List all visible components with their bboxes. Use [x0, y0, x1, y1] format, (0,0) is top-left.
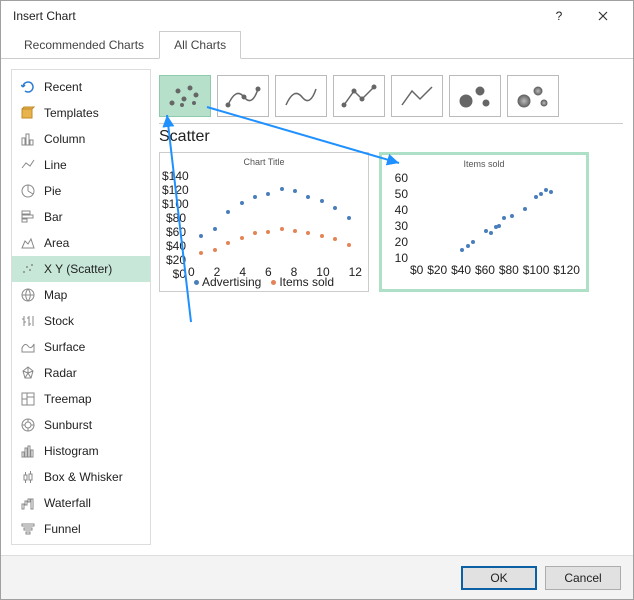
- sidebar-item-label: Radar: [44, 366, 77, 380]
- sidebar-item-pie[interactable]: Pie: [12, 178, 150, 204]
- sidebar-item-bar[interactable]: Bar: [12, 204, 150, 230]
- sidebar-item-label: Column: [44, 132, 85, 146]
- waterfall-icon: [20, 495, 36, 511]
- sidebar-item-label: Map: [44, 288, 67, 302]
- area-icon: [20, 235, 36, 251]
- insert-chart-dialog: Insert Chart ? Recommended Charts All Ch…: [0, 0, 634, 600]
- sidebar-item-box-whisker[interactable]: Box & Whisker: [12, 464, 150, 490]
- sidebar-item-treemap[interactable]: Treemap: [12, 386, 150, 412]
- sidebar-item-label: Funnel: [44, 522, 81, 536]
- sidebar-item-label: Area: [44, 236, 69, 250]
- subtype-scatter-straight-markers[interactable]: [333, 75, 385, 117]
- sidebar-item-label: Treemap: [44, 392, 92, 406]
- preview-chart-1[interactable]: Chart Title $140$120$100$80$60$40$20$0 0…: [159, 152, 369, 292]
- map-icon: [20, 287, 36, 303]
- preview1-title: Chart Title: [160, 157, 368, 167]
- chart-type-list[interactable]: Recent Templates Column Line Pie Bar: [11, 69, 151, 545]
- sunburst-icon: [20, 417, 36, 433]
- preview2-xticks: $0$20$40$60$80$100$120: [410, 263, 580, 277]
- sidebar-item-label: Line: [44, 158, 67, 172]
- sidebar-item-label: Templates: [44, 106, 99, 120]
- close-button[interactable]: [581, 1, 625, 31]
- preview2-title: Items sold: [382, 159, 586, 169]
- pie-icon: [20, 183, 36, 199]
- preview1-plot: [188, 169, 362, 267]
- tab-recommended-charts[interactable]: Recommended Charts: [9, 31, 159, 59]
- sidebar-item-sunburst[interactable]: Sunburst: [12, 412, 150, 438]
- sidebar-item-scatter[interactable]: X Y (Scatter): [12, 256, 150, 282]
- window-title: Insert Chart: [9, 9, 537, 23]
- histogram-icon: [20, 443, 36, 459]
- sidebar-item-area[interactable]: Area: [12, 230, 150, 256]
- subtype-scatter-straight[interactable]: [391, 75, 443, 117]
- sidebar-item-label: Pie: [44, 184, 61, 198]
- bar-icon: [20, 209, 36, 225]
- preview1-yticks: $140$120$100$80$60$40$20$0: [162, 169, 186, 267]
- templates-icon: [20, 105, 36, 121]
- sidebar-item-radar[interactable]: Radar: [12, 360, 150, 386]
- titlebar: Insert Chart ?: [1, 1, 633, 31]
- help-button[interactable]: ?: [537, 1, 581, 31]
- column-icon: [20, 131, 36, 147]
- sidebar-item-label: Recent: [44, 80, 82, 94]
- sidebar-item-label: Box & Whisker: [44, 470, 123, 484]
- sidebar-item-label: Sunburst: [44, 418, 92, 432]
- recent-icon: [20, 79, 36, 95]
- treemap-icon: [20, 391, 36, 407]
- preview1-legend: Advertising Items sold: [160, 275, 368, 289]
- cancel-button[interactable]: Cancel: [545, 566, 621, 590]
- line-icon: [20, 157, 36, 173]
- sidebar-item-waterfall[interactable]: Waterfall: [12, 490, 150, 516]
- ok-button[interactable]: OK: [461, 566, 537, 590]
- sidebar-item-label: Surface: [44, 340, 85, 354]
- divider: [159, 123, 623, 124]
- sidebar-item-label: Stock: [44, 314, 74, 328]
- sidebar-item-combo[interactable]: Combo: [12, 542, 150, 545]
- sidebar-item-recent[interactable]: Recent: [12, 74, 150, 100]
- right-panel: Scatter Chart Title $140$120$100$80$60$4…: [159, 69, 623, 545]
- preview2-plot: [410, 171, 580, 265]
- sidebar-item-column[interactable]: Column: [12, 126, 150, 152]
- preview2-yticks: 605040302010: [384, 171, 408, 265]
- sidebar-item-label: X Y (Scatter): [44, 262, 112, 276]
- chart-previews: Chart Title $140$120$100$80$60$40$20$0 0…: [159, 152, 623, 292]
- funnel-icon: [20, 521, 36, 537]
- sidebar-item-stock[interactable]: Stock: [12, 308, 150, 334]
- radar-icon: [20, 365, 36, 381]
- subtype-scatter-smooth[interactable]: [275, 75, 327, 117]
- sidebar-item-line[interactable]: Line: [12, 152, 150, 178]
- scatter-subtypes: [159, 69, 623, 119]
- sidebar-item-map[interactable]: Map: [12, 282, 150, 308]
- sidebar-item-funnel[interactable]: Funnel: [12, 516, 150, 542]
- scatter-icon: [20, 261, 36, 277]
- dialog-body: Recent Templates Column Line Pie Bar: [1, 59, 633, 555]
- tab-all-charts[interactable]: All Charts: [159, 31, 241, 59]
- stock-icon: [20, 313, 36, 329]
- tab-bar: Recommended Charts All Charts: [1, 31, 633, 59]
- subtype-scatter[interactable]: [159, 75, 211, 117]
- subtype-scatter-smooth-markers[interactable]: [217, 75, 269, 117]
- sidebar-item-label: Bar: [44, 210, 63, 224]
- sidebar-item-templates[interactable]: Templates: [12, 100, 150, 126]
- subtype-bubble-3d[interactable]: [507, 75, 559, 117]
- surface-icon: [20, 339, 36, 355]
- dialog-footer: OK Cancel: [1, 555, 633, 599]
- box-whisker-icon: [20, 469, 36, 485]
- sidebar-item-label: Histogram: [44, 444, 99, 458]
- preview-chart-2[interactable]: Items sold 605040302010 $0$20$40$60$80$1…: [379, 152, 589, 292]
- subtype-heading: Scatter: [159, 126, 623, 152]
- subtype-bubble[interactable]: [449, 75, 501, 117]
- sidebar-item-surface[interactable]: Surface: [12, 334, 150, 360]
- sidebar-item-label: Waterfall: [44, 496, 91, 510]
- sidebar-item-histogram[interactable]: Histogram: [12, 438, 150, 464]
